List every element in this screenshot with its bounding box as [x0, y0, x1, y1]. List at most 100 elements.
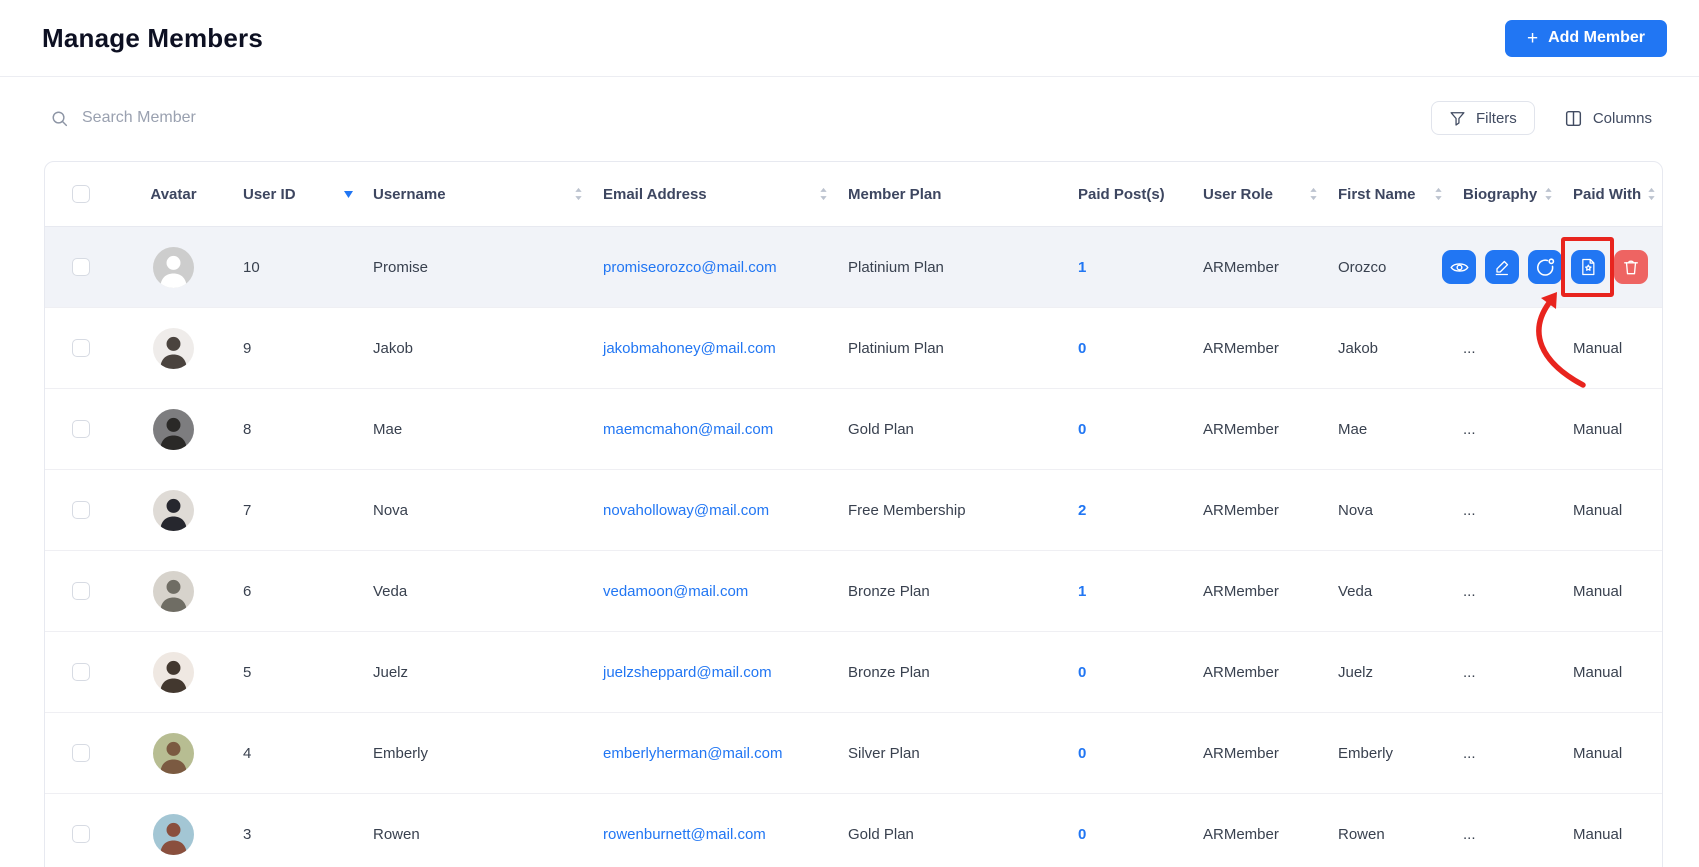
- email-link[interactable]: emberlyherman@mail.com: [591, 745, 836, 762]
- column-header-biography[interactable]: Biography: [1451, 162, 1561, 226]
- paid-with-cell: Manual: [1561, 421, 1663, 438]
- avatar: [153, 571, 194, 612]
- column-header-paid_posts[interactable]: Paid Post(s): [1066, 162, 1191, 226]
- select-all-checkbox[interactable]: [72, 185, 90, 203]
- row-checkbox[interactable]: [72, 420, 90, 438]
- sort-icon[interactable]: [1647, 187, 1656, 201]
- email-link[interactable]: promiseorozco@mail.com: [591, 259, 836, 276]
- paid-posts-link[interactable]: 1: [1066, 583, 1191, 600]
- avatar: [153, 247, 194, 288]
- member-plan-cell: Platinium Plan: [836, 259, 1066, 276]
- table-row[interactable]: 9 Jakob jakobmahoney@mail.com Platinium …: [45, 308, 1662, 389]
- search-icon: [50, 109, 69, 128]
- row-checkbox[interactable]: [72, 339, 90, 357]
- table-body: 1 0 Promise promiseorozco@mail.com Platin…: [45, 227, 1662, 867]
- email-link[interactable]: jakobmahoney@mail.com: [591, 340, 836, 357]
- column-header-label: User ID: [243, 186, 296, 203]
- first-name-cell: Rowen: [1326, 826, 1451, 843]
- column-header-label: Biography: [1463, 186, 1537, 203]
- first-name-cell: Jakob: [1326, 340, 1451, 357]
- column-header-paid_with[interactable]: Paid With: [1561, 162, 1663, 226]
- search-input[interactable]: [82, 109, 422, 127]
- trash-icon: [1621, 257, 1641, 277]
- avatar: [153, 733, 194, 774]
- filters-button[interactable]: Filters: [1431, 101, 1535, 135]
- member-plan-cell: Platinium Plan: [836, 340, 1066, 357]
- column-header-id[interactable]: User ID: [231, 162, 361, 226]
- column-header-role[interactable]: User Role: [1191, 162, 1326, 226]
- sort-icon[interactable]: [1544, 187, 1553, 201]
- avatar: [153, 490, 194, 531]
- view-button[interactable]: [1442, 250, 1476, 284]
- renew-plan-button[interactable]: [1528, 250, 1562, 284]
- username-cell: Promise: [361, 259, 591, 276]
- member-plan-cell: Gold Plan: [836, 826, 1066, 843]
- paid-with-cell: Manual: [1561, 664, 1663, 681]
- email-link[interactable]: juelzsheppard@mail.com: [591, 664, 836, 681]
- sort-icon[interactable]: [1434, 187, 1443, 201]
- search-field: [50, 109, 1431, 128]
- user-id-cell: 3: [231, 826, 361, 843]
- eye-icon: [1449, 257, 1470, 278]
- sort-icon[interactable]: [819, 187, 828, 201]
- column-header-label: Avatar: [150, 186, 196, 203]
- table-row[interactable]: 8 Mae maemcmahon@mail.com Gold Plan 0 AR…: [45, 389, 1662, 470]
- row-checkbox[interactable]: [72, 744, 90, 762]
- paid-posts-link[interactable]: 0: [1066, 664, 1191, 681]
- paid-with-cell: Manual: [1561, 340, 1663, 357]
- user-role-cell: ARMember: [1191, 421, 1326, 438]
- user-id-cell: 9: [231, 340, 361, 357]
- table-row[interactable]: 6 Veda vedamoon@mail.com Bronze Plan 1 A…: [45, 551, 1662, 632]
- first-name-cell: Mae: [1326, 421, 1451, 438]
- row-checkbox[interactable]: [72, 501, 90, 519]
- table-row[interactable]: 4 Emberly emberlyherman@mail.com Silver …: [45, 713, 1662, 794]
- paid-posts-link[interactable]: 0: [1066, 745, 1191, 762]
- delete-button[interactable]: [1614, 250, 1648, 284]
- paid-posts-link[interactable]: 0: [1066, 340, 1191, 357]
- email-link[interactable]: novaholloway@mail.com: [591, 502, 836, 519]
- avatar: [153, 814, 194, 855]
- email-link[interactable]: rowenburnett@mail.com: [591, 826, 836, 843]
- paid-posts-link[interactable]: 0: [1066, 421, 1191, 438]
- filters-label: Filters: [1476, 110, 1517, 127]
- column-header-label: Member Plan: [848, 186, 941, 203]
- membership-details-button[interactable]: [1571, 250, 1605, 284]
- manage-members-page: Manage Members + Add Member Filters Colu…: [0, 0, 1699, 867]
- username-cell: Jakob: [361, 340, 591, 357]
- edit-button[interactable]: [1485, 250, 1519, 284]
- column-header-label: Email Address: [603, 186, 707, 203]
- sort-icon[interactable]: [574, 187, 583, 201]
- first-name-cell: Juelz: [1326, 664, 1451, 681]
- biography-cell: ...: [1451, 826, 1561, 843]
- column-header-plan[interactable]: Member Plan: [836, 162, 1066, 226]
- user-id-cell: 7: [231, 502, 361, 519]
- column-header-username[interactable]: Username: [361, 162, 591, 226]
- refresh-circle-icon: [1534, 256, 1556, 278]
- add-member-button[interactable]: + Add Member: [1505, 20, 1667, 57]
- column-header-first_name[interactable]: First Name: [1326, 162, 1451, 226]
- columns-label: Columns: [1593, 110, 1652, 127]
- email-link[interactable]: maemcmahon@mail.com: [591, 421, 836, 438]
- sort-icon[interactable]: [1309, 187, 1318, 201]
- add-member-label: Add Member: [1548, 29, 1645, 47]
- table-row[interactable]: 5 Juelz juelzsheppard@mail.com Bronze Pl…: [45, 632, 1662, 713]
- table-row[interactable]: 10 Promise promiseorozco@mail.com Platin…: [45, 227, 1662, 308]
- columns-button[interactable]: Columns: [1561, 101, 1655, 135]
- table-row[interactable]: 3 Rowen rowenburnett@mail.com Gold Plan …: [45, 794, 1662, 867]
- row-checkbox[interactable]: [72, 582, 90, 600]
- table-row[interactable]: 7 Nova novaholloway@mail.com Free Member…: [45, 470, 1662, 551]
- paid-posts-link[interactable]: 2: [1066, 502, 1191, 519]
- column-header-avatar[interactable]: Avatar: [116, 162, 231, 226]
- user-role-cell: ARMember: [1191, 745, 1326, 762]
- member-plan-cell: Free Membership: [836, 502, 1066, 519]
- row-checkbox[interactable]: [72, 825, 90, 843]
- column-header-email[interactable]: Email Address: [591, 162, 836, 226]
- email-link[interactable]: vedamoon@mail.com: [591, 583, 836, 600]
- user-id-cell: 8: [231, 421, 361, 438]
- sort-icon[interactable]: [344, 191, 353, 198]
- table-header-row: Avatar User ID Username Email Address Me…: [45, 162, 1662, 227]
- paid-posts-link[interactable]: 1: [1066, 259, 1191, 276]
- paid-posts-link[interactable]: 0: [1066, 826, 1191, 843]
- row-checkbox[interactable]: [72, 663, 90, 681]
- row-checkbox[interactable]: [72, 258, 90, 276]
